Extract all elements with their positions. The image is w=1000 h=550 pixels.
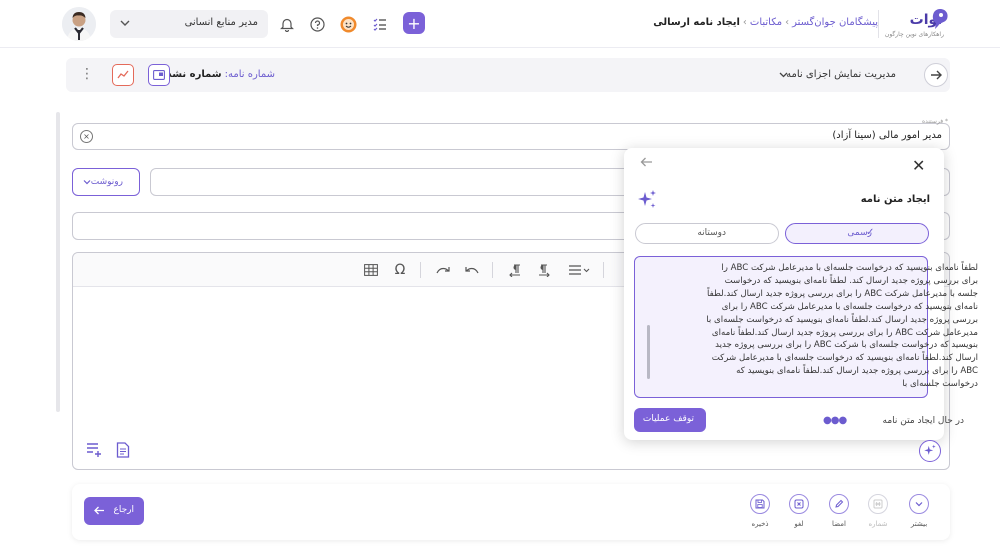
cancel-button[interactable] <box>789 494 809 514</box>
omega-icon[interactable]: Ω <box>391 262 409 278</box>
toolbar-divider <box>603 262 604 278</box>
chevron-down-icon <box>120 19 130 27</box>
add-button[interactable]: + <box>403 12 425 34</box>
letter-number-label: شماره نامه: <box>224 69 275 80</box>
document-icon[interactable] <box>116 442 130 458</box>
role-select[interactable]: مدیر منابع انسانی <box>110 10 268 38</box>
generation-status: در حال ایجاد متن نامه <box>882 416 965 426</box>
align-icon[interactable] <box>566 262 592 278</box>
pen-icon <box>834 499 844 509</box>
check-icon: ✓ <box>866 227 875 238</box>
number-label: شماره <box>868 520 888 528</box>
chevron-down-icon <box>779 71 788 78</box>
cancel-label: لغو <box>794 520 804 528</box>
emoji-icon[interactable] <box>337 13 359 35</box>
sign-button[interactable] <box>829 494 849 514</box>
cancel-icon <box>794 499 804 509</box>
number-button[interactable] <box>868 494 888 514</box>
tone-friendly-label: دوستانه <box>697 228 726 238</box>
chevron-down-icon <box>83 179 91 185</box>
tone-formal-option[interactable]: رسمی ✓ <box>785 223 929 244</box>
sender-value: مدیر امور مالی (سینا آزاد) <box>832 130 942 141</box>
save-button[interactable] <box>750 494 770 514</box>
stop-button-label: توقف عملیات <box>642 414 694 424</box>
chevron-down-icon <box>915 501 923 507</box>
ai-panel-title: ایجاد متن نامه <box>860 194 930 205</box>
list-add-icon[interactable] <box>86 442 102 457</box>
action-bar <box>72 484 950 540</box>
generated-text-scrollbar[interactable] <box>647 325 650 379</box>
sender-label: فرستنده * <box>921 118 948 125</box>
tasks-icon[interactable] <box>369 13 391 35</box>
brand-logo-icon <box>930 8 950 30</box>
letter-number: شماره نامه:شماره نشده <box>161 69 275 80</box>
sparkle-icon <box>636 189 658 211</box>
generated-text: لطفاً نامه‌ای بنویسید که درخواست جلسه‌ای… <box>706 263 978 390</box>
undo-icon[interactable] <box>463 262 481 278</box>
display-components-select[interactable]: مدیریت نمایش اجزای نامه <box>786 69 896 80</box>
plus-icon: + <box>407 13 421 33</box>
refer-button-label: ارجاع <box>113 505 134 515</box>
ltr-icon[interactable] <box>535 262 553 278</box>
recipient-field[interactable] <box>150 168 650 196</box>
rtl-icon[interactable] <box>506 262 524 278</box>
stop-operation-button[interactable]: توقف عملیات <box>634 408 706 432</box>
save-icon <box>755 499 765 509</box>
clear-icon[interactable]: × <box>80 130 93 143</box>
close-icon[interactable]: ✕ <box>912 156 925 175</box>
back-arrow-icon[interactable] <box>640 157 653 167</box>
brand-tagline: راهکارهای نوین چارگون <box>884 31 944 38</box>
page-scrollbar[interactable] <box>56 112 60 412</box>
back-arrow-icon[interactable] <box>924 63 948 87</box>
preview-panel-button[interactable] <box>148 64 170 86</box>
refer-button[interactable]: ارجاع <box>84 497 144 525</box>
avatar[interactable] <box>62 7 96 41</box>
chart-button[interactable] <box>112 64 134 86</box>
tone-friendly-option[interactable]: دوستانه <box>635 223 779 244</box>
breadcrumb: پیشگامان جوان‌گستر›مکاتبات›ایجاد نامه ار… <box>653 17 878 28</box>
role-select-label: مدیر منابع انسانی <box>184 17 258 28</box>
save-label: ذخیره <box>751 520 769 528</box>
toolbar-divider <box>492 262 493 278</box>
toolbar-divider <box>420 262 421 278</box>
breadcrumb-item-org[interactable]: پیشگامان جوان‌گستر <box>792 17 878 28</box>
table-icon[interactable] <box>362 262 380 278</box>
loading-dots-icon: ●●● <box>823 415 847 426</box>
ai-assistant-button[interactable] <box>919 440 941 462</box>
redo-icon[interactable] <box>434 262 452 278</box>
copy-recipients-button[interactable]: رونوشت <box>72 168 140 196</box>
subject-field[interactable] <box>72 212 632 240</box>
more-actions-label: بیشتر <box>910 520 928 528</box>
number-icon <box>873 499 883 509</box>
bell-icon[interactable] <box>276 13 298 35</box>
more-vertical-icon[interactable]: ⋮ <box>80 66 94 82</box>
breadcrumb-item-correspondence[interactable]: مکاتبات <box>750 17 782 28</box>
sender-field[interactable] <box>72 123 950 150</box>
copy-button-label: رونوشت <box>90 177 123 187</box>
help-icon[interactable] <box>306 13 328 35</box>
brand-divider <box>878 10 879 38</box>
more-actions-button[interactable] <box>909 494 929 514</box>
sign-label: امضا <box>832 520 846 528</box>
breadcrumb-item-current: ایجاد نامه ارسالی <box>653 17 740 28</box>
refer-arrow-icon <box>94 506 105 515</box>
